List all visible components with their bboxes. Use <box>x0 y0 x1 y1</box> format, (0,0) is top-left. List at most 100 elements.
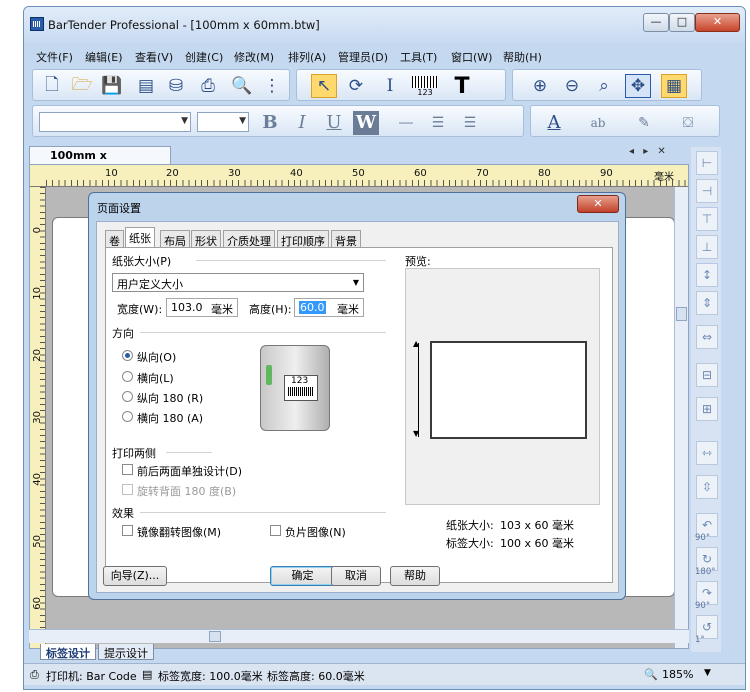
preview-dimension-line <box>418 343 419 437</box>
landscape-label[interactable]: 横向(L) <box>137 370 174 386</box>
page-setup-icon[interactable]: ▤ <box>133 74 159 98</box>
center-vertical-icon[interactable]: ⊟ <box>696 363 718 387</box>
vertical-scrollbar[interactable] <box>674 187 688 648</box>
tab-media-handling[interactable]: 介质处理 <box>223 230 275 248</box>
new-document-icon[interactable]: 🗋 <box>39 74 65 98</box>
tab-shape[interactable]: 形状 <box>191 230 221 248</box>
vertical-scroll-thumb[interactable] <box>676 307 687 321</box>
zoom-fit-icon[interactable]: ⌕ <box>591 74 617 98</box>
menu-view[interactable]: 查看(V) <box>135 49 173 65</box>
portrait-180-label[interactable]: 纵向 180 (R) <box>137 390 203 406</box>
width-value: 103.0 <box>171 301 203 314</box>
text-cursor-icon[interactable]: I <box>377 74 403 98</box>
word-wrap-button[interactable]: W <box>353 111 379 135</box>
portrait-label[interactable]: 纵向(O) <box>137 349 176 365</box>
align-centers-icon[interactable]: ⊣ <box>696 179 718 203</box>
barcode-tool-icon[interactable]: 123 <box>409 74 441 98</box>
negative-label[interactable]: 负片图像(N) <box>285 524 346 540</box>
portrait-radio[interactable] <box>122 350 133 361</box>
font-name-combo[interactable]: ▼ <box>39 112 191 132</box>
menu-file[interactable]: 文件(F) <box>36 49 73 65</box>
align-bottom-icon[interactable]: ⇕ <box>696 291 718 315</box>
mirror-label[interactable]: 镜像翻转图像(M) <box>137 524 221 540</box>
width-field[interactable]: 103.0 毫米 <box>166 298 238 317</box>
cancel-button[interactable]: 取消 <box>331 566 381 586</box>
same-height-icon[interactable]: ⇳ <box>696 475 718 499</box>
zoom-dropdown-icon[interactable]: ▼ <box>704 668 711 678</box>
center-horizontal-icon[interactable]: ⊞ <box>696 397 718 421</box>
design-separately-checkbox[interactable] <box>122 464 133 475</box>
align-left-edges-icon[interactable]: ⊢ <box>696 151 718 175</box>
menu-window[interactable]: 窗口(W) <box>451 49 492 65</box>
status-zoom[interactable]: 185% <box>662 668 693 681</box>
mirror-checkbox[interactable] <box>122 525 133 536</box>
pointer-tool-icon[interactable]: ↖ <box>311 74 337 98</box>
landscape-180-radio[interactable] <box>122 411 133 422</box>
horizontal-scroll-thumb[interactable] <box>209 631 221 642</box>
highlight-color-icon[interactable]: ab <box>585 111 611 135</box>
dialog-close-button[interactable]: ✕ <box>577 195 619 213</box>
ok-button[interactable]: 确定 <box>270 566 335 586</box>
font-size-combo[interactable]: ▼ <box>197 112 249 132</box>
document-nav-arrows[interactable]: ◂ ▸ ✕ <box>629 146 669 157</box>
rotate-tool-icon[interactable]: ⟳ <box>343 74 369 98</box>
arrow-down-icon: ▼ <box>413 429 420 438</box>
tab-label-design[interactable]: 标签设计 <box>40 644 96 660</box>
align-left-icon[interactable]: ― <box>393 111 419 135</box>
tab-layout[interactable]: 布局 <box>160 230 190 248</box>
align-top-icon[interactable]: ⊥ <box>696 235 718 259</box>
align-right-edges-icon[interactable]: ⊤ <box>696 207 718 231</box>
group-divider <box>166 452 212 453</box>
fill-color-icon[interactable]: ⛋ <box>675 111 701 135</box>
document-tab[interactable]: 100mm x 60mm.btw <box>29 146 171 175</box>
menu-arrange[interactable]: 排列(A) <box>288 49 326 65</box>
print-icon[interactable]: ⎙ <box>195 74 221 98</box>
help-button[interactable]: 帮助 <box>390 566 440 586</box>
underline-button[interactable]: U <box>321 111 347 135</box>
align-middle-icon[interactable]: ↕ <box>696 263 718 287</box>
align-center-icon[interactable]: ☰ <box>425 111 451 135</box>
database-icon[interactable]: ⛁ <box>163 74 189 98</box>
menu-edit[interactable]: 编辑(E) <box>85 49 123 65</box>
close-button[interactable]: ✕ <box>695 13 740 32</box>
rotate-back-checkbox[interactable] <box>122 484 133 495</box>
portrait-180-radio[interactable] <box>122 391 133 402</box>
align-justify-icon[interactable]: ☰ <box>457 111 483 135</box>
landscape-radio[interactable] <box>122 371 133 382</box>
tab-print-order[interactable]: 打印顺序 <box>277 230 329 248</box>
design-separately-label[interactable]: 前后两面单独设计(D) <box>137 463 242 479</box>
wizard-button[interactable]: 向导(Z)... <box>103 566 167 586</box>
italic-button[interactable]: I <box>289 111 315 135</box>
paper-size-select[interactable]: 用户定义大小 ▼ <box>112 273 364 292</box>
line-color-icon[interactable]: ✎ <box>631 111 657 135</box>
save-icon[interactable]: 💾 <box>99 74 125 98</box>
horizontal-scrollbar[interactable] <box>29 629 689 643</box>
negative-checkbox[interactable] <box>270 525 281 536</box>
zoom-page-icon[interactable]: ✥ <box>625 74 651 98</box>
tab-prompt-design[interactable]: 提示设计 <box>98 644 154 660</box>
printer-illustration-icon: 123 <box>258 343 336 433</box>
zoom-in-icon[interactable]: ⊕ <box>527 74 553 98</box>
distribute-horizontal-icon[interactable]: ⇔ <box>696 325 718 349</box>
menu-admin[interactable]: 管理员(D) <box>338 49 388 65</box>
zoom-out-icon[interactable]: ⊖ <box>559 74 585 98</box>
print-preview-icon[interactable]: 🔍 <box>229 74 255 98</box>
height-field[interactable]: 60.0 毫米 <box>294 298 364 317</box>
text-tool-icon[interactable]: T <box>449 74 475 99</box>
menu-tools[interactable]: 工具(T) <box>400 49 437 65</box>
minimize-button[interactable]: — <box>643 13 669 32</box>
font-color-icon[interactable]: A <box>541 111 567 135</box>
tab-background[interactable]: 背景 <box>331 230 361 248</box>
tab-paper[interactable]: 纸张 <box>125 227 155 248</box>
menu-help[interactable]: 帮助(H) <box>503 49 542 65</box>
ruler-toggle-icon[interactable]: ▦ <box>661 74 687 98</box>
open-folder-icon[interactable]: 🗁 <box>69 74 95 98</box>
menu-modify[interactable]: 修改(M) <box>234 49 274 65</box>
menu-create[interactable]: 创建(C) <box>185 49 223 65</box>
same-width-icon[interactable]: ⇿ <box>696 441 718 465</box>
bold-button[interactable]: B <box>257 111 283 135</box>
printer-icon: ⎙ <box>30 668 39 681</box>
maximize-button[interactable]: □ <box>669 13 695 32</box>
tab-roll[interactable]: 卷 <box>105 230 124 248</box>
landscape-180-label[interactable]: 横向 180 (A) <box>137 410 203 426</box>
